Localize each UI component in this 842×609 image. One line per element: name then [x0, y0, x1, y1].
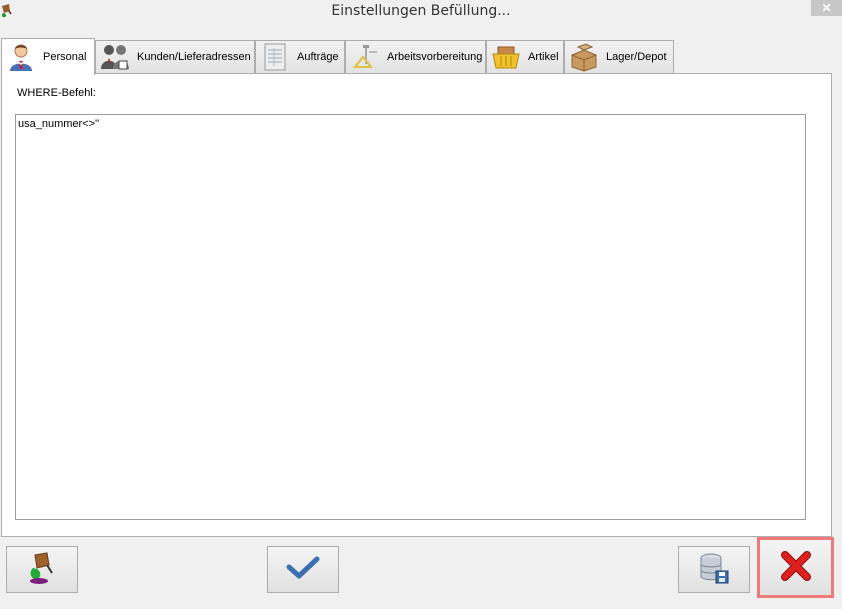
where-clause-input[interactable]: usa_nummer<>'': [15, 114, 806, 520]
window-title: Einstellungen Befüllung...: [331, 3, 511, 19]
fill-button[interactable]: [6, 546, 78, 593]
basket-icon: [490, 41, 522, 73]
database-save-icon: [697, 551, 731, 588]
tab-artikel-label: Artikel: [528, 51, 559, 63]
paint-bucket-icon: [25, 551, 59, 588]
tab-personal[interactable]: Personal: [1, 38, 95, 75]
tab-arbeitsvorbereitung-label: Arbeitsvorbereitung: [387, 51, 483, 63]
title-bar: Einstellungen Befüllung... ✕: [0, 0, 842, 26]
orders-icon: [259, 41, 291, 73]
close-icon: ✕: [821, 1, 832, 15]
tools-icon: [349, 41, 381, 73]
tab-kunden-lieferadressen[interactable]: Kunden/Lieferadressen: [95, 40, 255, 73]
people-icon: [99, 41, 131, 73]
window-close-button[interactable]: ✕: [811, 0, 842, 16]
save-db-button[interactable]: [678, 546, 750, 593]
checkmark-icon: [286, 555, 320, 584]
tab-auftraege[interactable]: Aufträge: [255, 40, 345, 73]
tab-kunden-lieferadressen-label: Kunden/Lieferadressen: [137, 51, 251, 63]
red-x-icon: [780, 550, 812, 585]
tab-lager-depot-label: Lager/Depot: [606, 51, 667, 63]
tab-lager-depot[interactable]: Lager/Depot: [564, 40, 674, 73]
tab-personal-label: Personal: [43, 51, 87, 63]
ok-button[interactable]: [267, 546, 339, 593]
tab-arbeitsvorbereitung[interactable]: Arbeitsvorbereitung: [345, 40, 486, 73]
cancel-button[interactable]: [757, 537, 834, 598]
where-label: WHERE-Befehl:: [17, 87, 96, 99]
tab-panel-personal: WHERE-Befehl: usa_nummer<>'': [1, 73, 832, 537]
person-icon: [5, 41, 37, 73]
tab-auftraege-label: Aufträge: [297, 51, 339, 63]
tab-artikel[interactable]: Artikel: [486, 40, 564, 73]
boxes-icon: [568, 41, 600, 73]
